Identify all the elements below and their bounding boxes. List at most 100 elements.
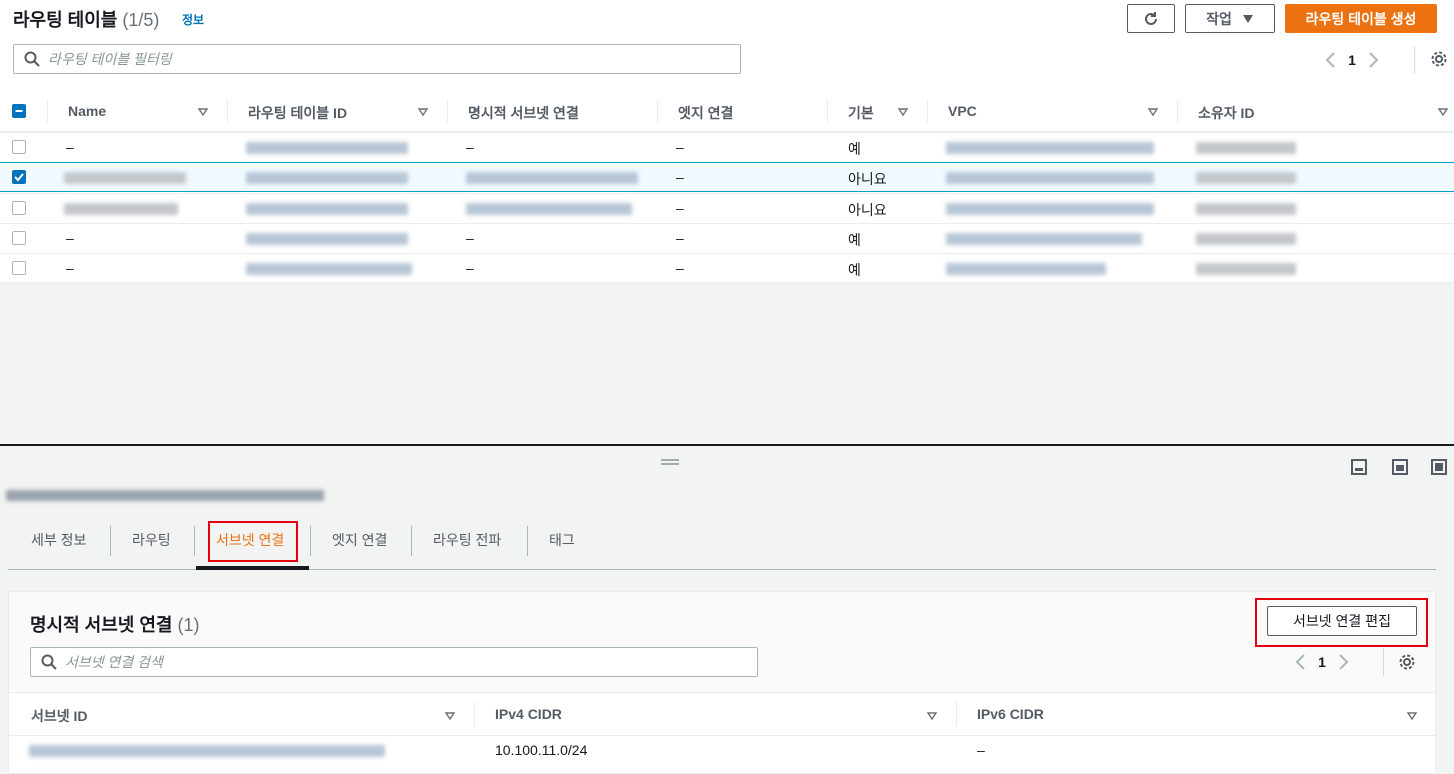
vpc-link[interactable] xyxy=(946,233,1142,245)
tab-tags[interactable]: 태그 xyxy=(549,530,575,550)
chevron-right-icon[interactable] xyxy=(1336,653,1350,671)
vpc-link[interactable] xyxy=(946,263,1106,275)
vpc-link[interactable] xyxy=(946,172,1154,184)
owner-id xyxy=(1196,142,1296,154)
select-all-checkbox[interactable] xyxy=(12,104,26,118)
refresh-button[interactable] xyxy=(1127,4,1175,33)
sort-icon[interactable] xyxy=(444,708,456,724)
subnet-table-header xyxy=(9,692,1435,736)
explicit-subnet-link[interactable] xyxy=(466,172,638,184)
col-route-table-id[interactable]: 라우팅 테이블 ID xyxy=(248,103,347,123)
row-main: 아니요 xyxy=(848,202,887,218)
col-edge-association[interactable]: 엣지 연결 xyxy=(678,103,733,123)
table-row[interactable]: – – – 예 xyxy=(0,132,1454,162)
row-main: 아니요 xyxy=(848,171,887,187)
subnet-search-input[interactable]: 서브넷 연결 검색 xyxy=(30,647,758,677)
route-table-search-input[interactable]: 라우팅 테이블 필터링 xyxy=(13,44,741,74)
col-ipv4-cidr[interactable]: IPv4 CIDR xyxy=(495,706,562,722)
panel-full-icon[interactable] xyxy=(1431,459,1447,475)
drag-handle-icon[interactable] xyxy=(660,458,680,466)
pagination: 1 xyxy=(1324,48,1380,72)
page-number[interactable]: 1 xyxy=(1338,52,1366,68)
sort-icon[interactable] xyxy=(1437,104,1449,120)
row-main: 예 xyxy=(848,262,861,278)
row-ipv6-cidr: – xyxy=(977,742,985,758)
col-explicit-subnet[interactable]: 명시적 서브넷 연결 xyxy=(468,103,579,123)
active-tab-indicator xyxy=(196,566,309,570)
row-name: – xyxy=(66,139,74,155)
chevron-left-icon[interactable] xyxy=(1294,653,1308,671)
row-checkbox[interactable] xyxy=(12,170,26,184)
row-ipv4-cidr: 10.100.11.0/24 xyxy=(495,742,588,758)
refresh-icon xyxy=(1142,10,1160,28)
table-row[interactable]: 10.100.11.0/24 – xyxy=(9,736,1435,766)
table-row[interactable]: – – – 예 xyxy=(0,253,1454,283)
tab-edge-associations[interactable]: 엣지 연결 xyxy=(332,530,387,550)
owner-id xyxy=(1196,172,1296,184)
row-checkbox[interactable] xyxy=(12,261,26,275)
search-icon xyxy=(14,51,40,67)
actions-button[interactable]: 작업 xyxy=(1185,4,1275,33)
panel-header xyxy=(9,592,1435,692)
col-owner-id[interactable]: 소유자 ID xyxy=(1198,103,1255,123)
page-number[interactable]: 1 xyxy=(1308,654,1336,670)
table-row[interactable]: – – – 예 xyxy=(0,223,1454,253)
sort-icon[interactable] xyxy=(926,708,938,724)
subnet-id-link[interactable] xyxy=(29,745,385,757)
row-checkbox[interactable] xyxy=(12,140,26,154)
route-table-id-link[interactable] xyxy=(246,172,408,184)
actions-label: 작업 xyxy=(1206,10,1232,27)
sort-icon[interactable] xyxy=(1406,708,1418,724)
panel-title-text: 명시적 서브넷 연결 xyxy=(30,615,173,635)
row-edge: – xyxy=(676,200,684,216)
row-checkbox[interactable] xyxy=(12,231,26,245)
settings-gear-icon[interactable] xyxy=(1430,50,1448,68)
row-edge: – xyxy=(676,169,684,185)
sort-icon[interactable] xyxy=(1147,104,1159,120)
vpc-link[interactable] xyxy=(946,142,1154,154)
panel-title: 명시적 서브넷 연결 (1) xyxy=(30,611,200,637)
row-name: – xyxy=(66,230,74,246)
search-placeholder: 라우팅 테이블 필터링 xyxy=(48,51,172,67)
vpc-link[interactable] xyxy=(946,203,1154,215)
col-subnet-id[interactable]: 서브넷 ID xyxy=(31,706,88,726)
search-icon xyxy=(31,654,57,670)
col-vpc[interactable]: VPC xyxy=(948,103,977,119)
table-row[interactable]: – 아니요 xyxy=(0,193,1454,223)
info-link[interactable]: 정보 xyxy=(182,11,204,28)
create-route-table-button[interactable]: 라우팅 테이블 생성 xyxy=(1285,4,1437,33)
col-main[interactable]: 기본 xyxy=(848,103,874,123)
sort-icon[interactable] xyxy=(417,104,429,120)
settings-gear-icon[interactable] xyxy=(1398,653,1416,671)
route-table-id-link[interactable] xyxy=(246,263,412,275)
owner-id xyxy=(1196,263,1296,275)
tab-routes[interactable]: 라우팅 xyxy=(132,530,171,550)
row-checkbox[interactable] xyxy=(12,201,26,215)
row-edge: – xyxy=(676,230,684,246)
caret-down-icon xyxy=(1242,14,1254,24)
route-table-id-link[interactable] xyxy=(246,233,408,245)
route-table-id-link[interactable] xyxy=(246,142,408,154)
row-explicit: – xyxy=(466,260,474,276)
explicit-subnet-panel: 명시적 서브넷 연결 (1) 서브넷 연결 편집 서브넷 연결 검색 1 서브넷… xyxy=(8,591,1436,774)
owner-id xyxy=(1196,203,1296,215)
col-ipv6-cidr[interactable]: IPv6 CIDR xyxy=(977,706,1044,722)
row-main: 예 xyxy=(848,141,861,157)
highlight-box-tab xyxy=(208,521,298,562)
tab-route-propagation[interactable]: 라우팅 전파 xyxy=(433,530,501,550)
sort-icon[interactable] xyxy=(897,104,909,120)
col-name[interactable]: Name xyxy=(68,103,106,119)
selection-count: (1/5) xyxy=(122,10,160,30)
route-table-id-link[interactable] xyxy=(246,203,408,215)
chevron-right-icon[interactable] xyxy=(1366,51,1380,69)
chevron-left-icon[interactable] xyxy=(1324,51,1338,69)
page-title: 라우팅 테이블 (1/5) xyxy=(13,6,159,32)
selected-route-table-heading xyxy=(6,490,324,501)
panel-bottom-icon[interactable] xyxy=(1351,459,1367,475)
panel-side-icon[interactable] xyxy=(1392,459,1408,475)
split-panel-divider[interactable] xyxy=(0,444,1454,446)
sort-icon[interactable] xyxy=(197,104,209,120)
tab-details[interactable]: 세부 정보 xyxy=(31,530,86,550)
table-row-selected[interactable]: – 아니요 xyxy=(0,162,1454,192)
explicit-subnet-link[interactable] xyxy=(466,203,632,215)
